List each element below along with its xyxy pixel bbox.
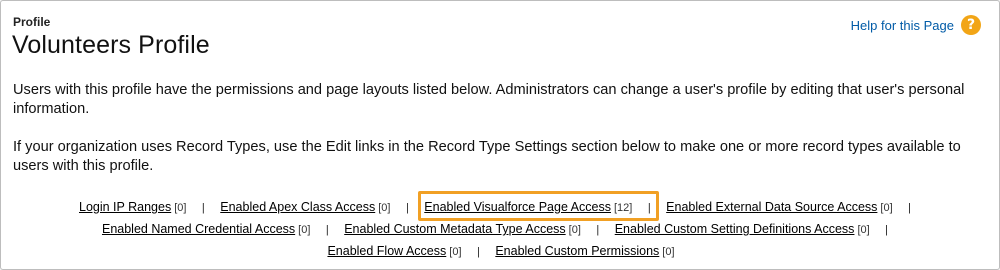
link-count: [0] [568, 224, 581, 236]
link-enabled-external-data-source-access[interactable]: Enabled External Data Source Access [666, 200, 877, 214]
link-login-ip-ranges[interactable]: Login IP Ranges [79, 200, 171, 214]
help-section: Help for this Page ? [851, 15, 981, 35]
link-separator: | [325, 224, 329, 236]
link-enabled-named-credential-access[interactable]: Enabled Named Credential Access [102, 222, 295, 236]
description-paragraph: Users with this profile have the permiss… [13, 82, 965, 117]
page-type-label: Profile [13, 15, 51, 29]
link-count: [0] [662, 246, 675, 258]
link-count: [0] [857, 224, 870, 236]
link-enabled-apex-class-access[interactable]: Enabled Apex Class Access [220, 200, 375, 214]
help-icon[interactable]: ? [961, 15, 981, 35]
link-row: Login IP Ranges [0] | Enabled Apex Class … [1, 197, 1000, 219]
link-separator: | [476, 246, 480, 258]
link-enabled-custom-permissions[interactable]: Enabled Custom Permissions [495, 244, 659, 258]
link-separator: | [405, 202, 409, 214]
link-count: [0] [880, 202, 893, 214]
link-separator: | [596, 224, 600, 236]
profile-description: Users with this profile have the permiss… [13, 81, 988, 195]
link-count: [0] [174, 202, 187, 214]
link-separator: | [908, 202, 911, 214]
page-title: Volunteers Profile [12, 31, 210, 59]
link-count: [0] [449, 246, 462, 258]
link-enabled-custom-setting-definitions-access[interactable]: Enabled Custom Setting Definitions Acces… [615, 222, 855, 236]
description-paragraph: If your organization uses Record Types, … [13, 139, 961, 174]
related-list-links: Login IP Ranges [0] | Enabled Apex Class … [1, 197, 1000, 263]
link-count: [12] [613, 202, 633, 214]
link-row: Enabled Named Credential Access [0] | Ena… [1, 219, 1000, 241]
link-separator: | [201, 202, 205, 214]
link-count: [0] [298, 224, 311, 236]
link-separator: | [647, 202, 651, 214]
link-enabled-flow-access[interactable]: Enabled Flow Access [327, 244, 446, 258]
link-row: Enabled Flow Access [0] | Enabled Custom … [1, 241, 1000, 263]
profile-page-frame: Profile Volunteers Profile Help for this… [0, 0, 1000, 270]
link-enabled-visualforce-page-access[interactable]: Enabled Visualforce Page Access [424, 200, 611, 214]
link-enabled-custom-metadata-type-access[interactable]: Enabled Custom Metadata Type Access [344, 222, 565, 236]
help-link[interactable]: Help for this Page [851, 18, 954, 33]
link-separator: | [885, 224, 889, 236]
link-count: [0] [378, 202, 391, 214]
